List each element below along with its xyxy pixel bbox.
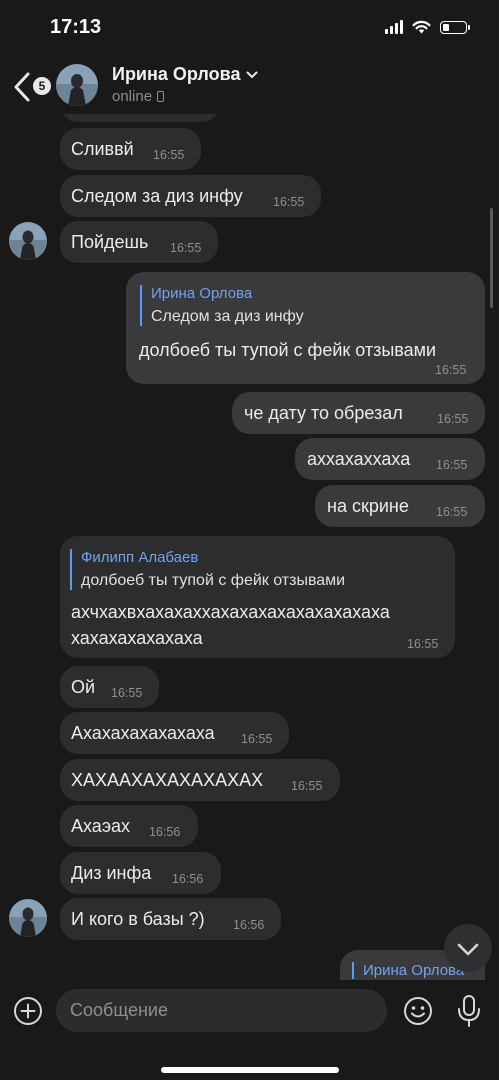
message-text: аххахаххаха [307, 449, 411, 469]
scroll-to-bottom-button[interactable] [444, 924, 492, 972]
battery-level [443, 23, 449, 31]
message-bubble-outgoing[interactable]: че дату то обрезал 16:55 [232, 392, 485, 434]
message-time: 16:55 [291, 779, 323, 793]
message-time: 16:55 [273, 195, 305, 209]
emoji-icon [404, 997, 432, 1025]
message-text: Ахаэах [71, 816, 131, 836]
reply-author: Ирина Орлова [151, 285, 253, 302]
message-text: Ахахахахахахаха [71, 723, 215, 743]
contact-name[interactable]: Ирина Орлова [112, 64, 258, 85]
unread-badge: 5 [33, 77, 51, 95]
message-bubble[interactable]: И кого в базы ?) 16:56 [60, 898, 281, 940]
sender-avatar[interactable] [9, 222, 47, 260]
scrollbar[interactable] [490, 208, 493, 308]
message-time: 16:56 [149, 825, 181, 839]
message-text: ХАХААХАХАХАХАХАХ [71, 770, 264, 790]
wifi-icon [412, 20, 431, 34]
message-time: 16:55 [407, 637, 439, 651]
contact-avatar[interactable] [56, 64, 98, 106]
status-bar: 17:13 [0, 0, 499, 56]
message-text: Следом за диз инфу [71, 186, 243, 206]
message-bubble[interactable]: Ахаэах 16:56 [60, 805, 198, 847]
message-text: Диз инфа [71, 863, 152, 883]
attach-button[interactable] [12, 995, 44, 1027]
message-time: 16:56 [172, 872, 204, 886]
message-time: 16:55 [437, 412, 469, 426]
message-text: че дату то обрезал [244, 403, 403, 423]
voice-record-button[interactable] [455, 993, 483, 1029]
reply-quote[interactable]: Ирина Орлова Следом за диз инфу [140, 285, 304, 326]
message-text: Сливвй [71, 139, 134, 159]
contact-name-label: Ирина Орлова [112, 64, 241, 84]
chevron-left-icon [14, 72, 30, 102]
message-bubble[interactable]: Следом за диз инфу 16:55 [60, 175, 321, 217]
sender-avatar[interactable] [9, 899, 47, 937]
cellular-signal-icon [385, 20, 403, 34]
back-button[interactable]: 5 [10, 68, 51, 102]
reply-text: Следом за диз инфу [151, 308, 304, 325]
message-text-line: хахахахахахаха [71, 628, 203, 648]
message-bubble-outgoing[interactable]: аххахаххаха 16:55 [295, 438, 485, 480]
contact-status: online [112, 88, 165, 105]
chat-header: 5 Ирина Орлова online [0, 56, 499, 114]
chevron-down-icon [246, 71, 258, 78]
home-indicator[interactable] [161, 1067, 339, 1073]
status-icons [385, 20, 470, 34]
battery-icon [440, 20, 470, 34]
message-text: И кого в базы ?) [71, 909, 205, 929]
message-input[interactable]: Сообщение [56, 989, 387, 1032]
message-bubble-outgoing[interactable]: на скрине 16:55 [315, 485, 485, 527]
message-bubble[interactable]: Ахахахахахахаха 16:55 [60, 712, 289, 754]
message-time: 16:55 [241, 732, 273, 746]
plus-icon [14, 997, 42, 1025]
message-bubble[interactable]: Сливвй 16:55 [60, 128, 201, 170]
message-bubble[interactable]: Ой 16:55 [60, 666, 159, 708]
message-bubble-partial [60, 114, 220, 122]
message-list[interactable]: Сливвй 16:55 Следом за диз инфу 16:55 По… [0, 114, 499, 980]
message-text: Ой [71, 677, 96, 697]
reply-text: долбоеб ты тупой с фейк отзывами [81, 572, 346, 589]
message-composer: Сообщение [0, 980, 499, 1080]
message-bubble[interactable]: Филипп Алабаев долбоеб ты тупой с фейк о… [60, 536, 455, 658]
message-time: 16:55 [436, 458, 468, 472]
message-time: 16:55 [153, 148, 185, 162]
microphone-icon [458, 995, 480, 1027]
emoji-button[interactable] [402, 995, 434, 1027]
message-time: 16:55 [111, 686, 143, 700]
message-text: Пойдешь [71, 232, 149, 252]
reply-author: Филипп Алабаев [81, 549, 199, 566]
message-time: 16:55 [436, 505, 468, 519]
message-text: на скрине [327, 496, 409, 516]
phone-icon [157, 91, 165, 102]
online-status: online [112, 88, 153, 105]
message-bubble[interactable]: Диз инфа 16:56 [60, 852, 221, 894]
message-bubble-outgoing[interactable]: Ирина Орлова Следом за диз инфу долбоеб … [126, 272, 485, 384]
message-bubble[interactable]: Пойдешь 16:55 [60, 221, 218, 263]
chevron-down-icon [457, 943, 479, 956]
message-time: 16:55 [170, 241, 202, 255]
status-time: 17:13 [50, 16, 102, 38]
message-text: долбоеб ты тупой с фейк отзывами [139, 340, 437, 360]
message-time: 16:55 [435, 363, 467, 377]
message-text-line: ахчхахвхахахаххахахахахахахахахаха [71, 602, 390, 622]
message-bubble[interactable]: ХАХААХАХАХАХАХАХ 16:55 [60, 759, 340, 801]
reply-quote[interactable]: Филипп Алабаев долбоеб ты тупой с фейк о… [70, 549, 345, 590]
message-time: 16:56 [233, 918, 265, 932]
